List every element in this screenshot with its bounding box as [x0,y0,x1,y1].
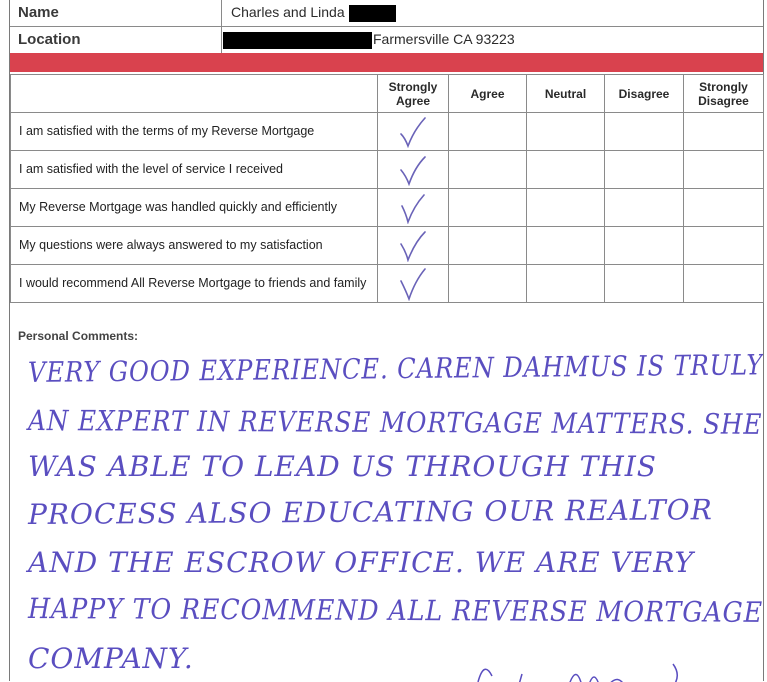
rating-cell-strongly-agree[interactable] [377,112,449,151]
rating-cell-agree[interactable] [448,226,527,265]
handwritten-line: AND THE ESCROW OFFICE. WE ARE VERY [28,546,694,579]
rating-cell-strongly-agree[interactable] [377,188,449,227]
name-row: Name Charles and Linda [10,0,763,27]
statement-text: I would recommend All Reverse Mortgage t… [10,264,378,303]
personal-comments-label: Personal Comments: [18,329,139,343]
rating-cell-disagree[interactable] [604,112,684,151]
location-row: Location Farmersville CA 93223 [10,27,763,54]
checkmark-icon [400,116,426,148]
handwritten-line: PROCESS ALSO EDUCATING OUR REALTOR [27,493,713,531]
satisfaction-table: Strongly Agree Agree Neutral Disagree St… [10,74,764,303]
rating-cell-neutral[interactable] [526,226,605,265]
location-value: Farmersville CA 93223 [373,31,515,47]
statement-text: I am satisfied with the level of service… [10,150,378,189]
table-row: I would recommend All Reverse Mortgage t… [10,264,764,303]
redaction-bar [349,5,396,22]
rating-cell-disagree[interactable] [604,264,684,303]
rating-cell-strongly-disagree[interactable] [683,264,764,303]
rating-cell-disagree[interactable] [604,188,684,227]
rating-cell-neutral[interactable] [526,264,605,303]
column-header: Agree [448,74,527,113]
rating-cell-agree[interactable] [448,112,527,151]
location-divider [221,27,222,53]
rating-cell-strongly-agree[interactable] [377,264,449,303]
handwritten-line: WAS ABLE TO LEAD US THROUGH THIS [28,450,657,483]
signature-scrawl [477,663,678,682]
name-value: Charles and Linda [231,4,345,20]
rating-cell-disagree[interactable] [604,150,684,189]
handwritten-line: COMPANY. [28,642,194,675]
rating-cell-strongly-disagree[interactable] [683,226,764,265]
location-label: Location [18,31,81,48]
checkmark-icon [400,230,426,262]
handwritten-line: AN EXPERT IN REVERSE MORTGAGE MATTERS. S… [27,404,763,441]
checkmark-icon [400,267,426,301]
redaction-bar [223,32,372,49]
statement-text: My questions were always answered to my … [10,226,378,265]
table-row: My questions were always answered to my … [10,226,764,265]
column-header: Disagree [604,74,684,113]
table-row: I am satisfied with the terms of my Reve… [10,112,764,151]
rating-cell-strongly-disagree[interactable] [683,112,764,151]
column-header: Strongly Disagree [683,74,764,113]
handwritten-comments: VERY GOOD EXPERIENCE. CAREN DAHMUS IS TR… [18,352,763,682]
name-divider [221,0,222,26]
handwritten-line: HAPPY TO RECOMMEND ALL REVERSE MORTGAGE [27,592,763,629]
rating-cell-strongly-agree[interactable] [377,150,449,189]
rating-cell-neutral[interactable] [526,188,605,227]
rating-cell-disagree[interactable] [604,226,684,265]
table-row: My Reverse Mortgage was handled quickly … [10,188,764,227]
rating-cell-agree[interactable] [448,150,527,189]
table-header-row: Strongly Agree Agree Neutral Disagree St… [10,74,764,113]
rating-cell-strongly-disagree[interactable] [683,188,764,227]
rating-cell-neutral[interactable] [526,112,605,151]
rating-cell-agree[interactable] [448,264,527,303]
statement-text: I am satisfied with the terms of my Reve… [10,112,378,151]
checkmark-icon [400,155,426,186]
rating-cell-neutral[interactable] [526,150,605,189]
rating-cell-agree[interactable] [448,188,527,227]
checkmark-icon [401,193,425,224]
rating-cell-strongly-agree[interactable] [377,226,449,265]
statement-text: My Reverse Mortgage was handled quickly … [10,188,378,227]
name-label: Name [18,4,59,21]
table-row: I am satisfied with the level of service… [10,150,764,189]
survey-form: Name Charles and Linda Location Farmersv… [9,0,764,682]
header-blank [10,74,378,113]
handwritten-line: VERY GOOD EXPERIENCE. CAREN DAHMUS IS TR… [27,352,763,389]
column-header: Strongly Agree [377,74,449,113]
column-header: Neutral [526,74,605,113]
accent-divider-bar [10,53,763,72]
rating-cell-strongly-disagree[interactable] [683,150,764,189]
